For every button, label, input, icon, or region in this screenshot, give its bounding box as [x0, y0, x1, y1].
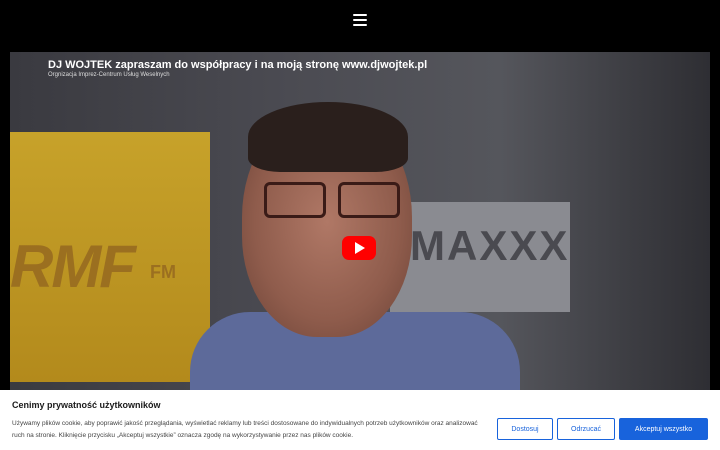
reject-button[interactable]: Odrzucać — [557, 418, 615, 440]
accept-all-button[interactable]: Akceptuj wszystko — [619, 418, 708, 440]
cookie-banner-text: Używamy plików cookie, aby poprawić jako… — [12, 420, 478, 439]
video-channel-name[interactable]: Orgnizacja Imprez-Centrum Usług Weselnyc… — [48, 72, 170, 78]
play-button[interactable] — [342, 236, 376, 260]
video-background-text-maxxx: MAXXX — [410, 222, 570, 269]
video-person-glasses — [258, 182, 408, 222]
cookie-banner: Cenimy prywatność użytkowników Używamy p… — [0, 390, 720, 450]
top-bar — [0, 0, 720, 40]
play-icon — [355, 242, 365, 254]
video-title[interactable]: DJ WOJTEK zapraszam do współpracy i na m… — [48, 59, 427, 71]
video-background-text-rmf: RMF — [10, 233, 136, 300]
video-background-text-fm: FM — [150, 262, 176, 282]
cookie-banner-title: Cenimy prywatność użytkowników — [12, 400, 161, 410]
customize-button[interactable]: Dostosuj — [497, 418, 553, 440]
hamburger-icon[interactable] — [353, 14, 367, 26]
video-person-hair — [248, 102, 408, 172]
video-player[interactable]: RMF FM MAXXX DJ WOJTEK zapraszam do wspó… — [10, 52, 710, 390]
